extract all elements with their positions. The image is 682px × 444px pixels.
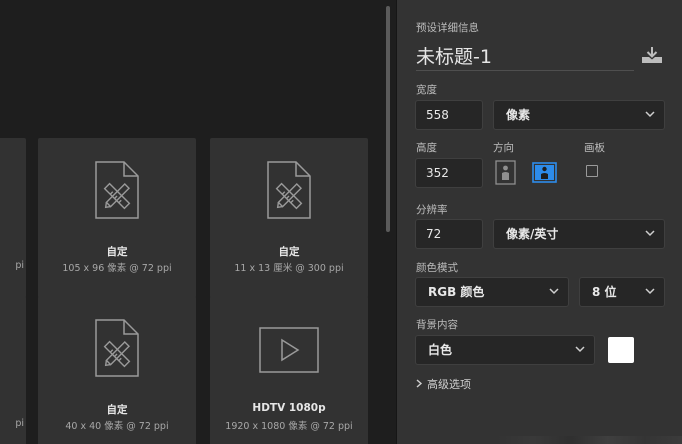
gallery-scrollbar[interactable]	[386, 6, 390, 232]
preset-tile[interactable]: 自定 11 x 13 厘米 @ 300 ppi	[210, 138, 368, 298]
landscape-icon[interactable]	[532, 160, 557, 185]
artboard-checkbox[interactable]	[586, 165, 598, 177]
preset-tile[interactable]: 自定 105 x 96 像素 @ 72 ppi	[38, 138, 196, 298]
custom-doc-icon	[95, 319, 139, 377]
preset-tile-name: 自定	[106, 246, 128, 258]
preset-tile-sub: 40 x 40 像素 @ 72 ppi	[65, 421, 169, 432]
width-input[interactable]: 558	[415, 100, 483, 130]
orientation-label: 方向	[493, 142, 514, 154]
preset-tile[interactable]: HDTV 1080p 1920 x 1080 像素 @ 72 ppi	[210, 296, 368, 444]
resolution-label: 分辨率	[416, 204, 448, 216]
preset-tile-sub: 105 x 96 像素 @ 72 ppi	[62, 263, 172, 274]
chevron-right-icon	[416, 379, 423, 388]
chevron-down-icon	[645, 230, 655, 237]
color-mode-value: RGB 颜色	[428, 285, 485, 299]
preset-details-panel: 预设详细信息 未标题-1 宽度 558 像素 高度 352 方向 画板 分辨率 …	[397, 0, 682, 444]
preset-tile-sub: pi	[15, 418, 24, 429]
document-name-input[interactable]: 未标题-1	[416, 42, 492, 69]
resolution-unit-value: 像素/英寸	[506, 227, 559, 241]
artboard-label: 画板	[584, 142, 605, 154]
preset-tile-name: 自定	[106, 404, 128, 416]
bit-depth-select[interactable]: 8 位	[579, 277, 665, 307]
preset-tile-name: 自定	[278, 246, 300, 258]
preset-tile-sub: 1920 x 1080 像素 @ 72 ppi	[225, 421, 353, 432]
height-label: 高度	[416, 142, 437, 154]
title-underline	[416, 70, 634, 71]
width-label: 宽度	[416, 84, 437, 96]
advanced-options-toggle[interactable]: 高级选项	[416, 376, 471, 392]
section-title: 预设详细信息	[416, 22, 479, 34]
save-preset-icon[interactable]	[641, 46, 663, 64]
preset-tile[interactable]: pi	[0, 296, 26, 444]
video-icon	[259, 327, 319, 373]
preset-tile-name: HDTV 1080p	[252, 402, 326, 414]
advanced-options-label: 高级选项	[427, 378, 471, 391]
chevron-down-icon	[549, 288, 559, 295]
height-input[interactable]: 352	[415, 158, 483, 188]
preset-tile-sub: pi	[15, 260, 24, 271]
chevron-down-icon	[645, 288, 655, 295]
background-label: 背景内容	[416, 319, 458, 331]
bit-depth-value: 8 位	[592, 285, 617, 299]
chevron-down-icon	[575, 346, 585, 353]
width-unit-select[interactable]: 像素	[493, 100, 665, 130]
color-mode-select[interactable]: RGB 颜色	[415, 277, 569, 307]
preset-tile[interactable]: 自定 40 x 40 像素 @ 72 ppi	[38, 296, 196, 444]
preset-tile[interactable]: pi	[0, 138, 26, 298]
color-mode-label: 颜色模式	[416, 262, 458, 274]
portrait-icon[interactable]	[493, 160, 518, 185]
background-value: 白色	[428, 343, 453, 357]
width-unit-value: 像素	[506, 108, 531, 122]
background-select[interactable]: 白色	[415, 335, 595, 365]
chevron-down-icon	[645, 111, 655, 118]
custom-doc-icon	[267, 161, 311, 219]
panel-bottom-edge	[497, 436, 682, 444]
custom-doc-icon	[95, 161, 139, 219]
background-color-swatch[interactable]	[608, 337, 634, 363]
preset-tile-sub: 11 x 13 厘米 @ 300 ppi	[234, 263, 344, 274]
resolution-unit-select[interactable]: 像素/英寸	[493, 219, 665, 249]
preset-gallery: pi 自定 105 x 96 像素 @ 72 ppi 自定 11 x 13 厘米…	[0, 0, 384, 444]
resolution-input[interactable]: 72	[415, 219, 483, 249]
